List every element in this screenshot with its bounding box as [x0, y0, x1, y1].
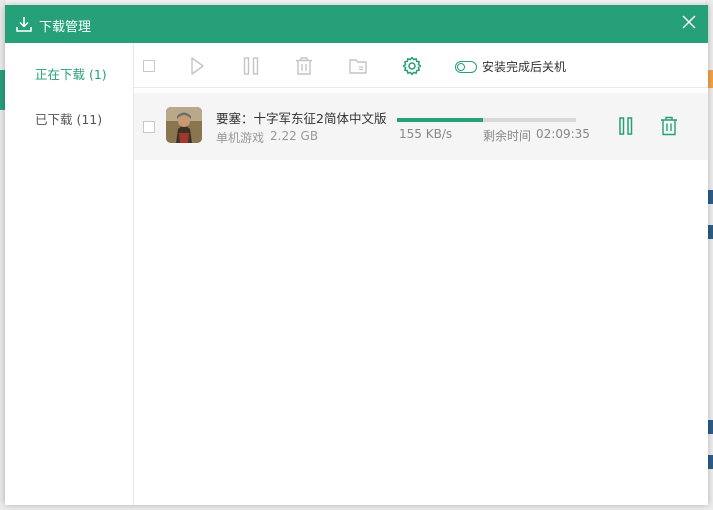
toggle-knob [457, 63, 465, 71]
progress-fill [397, 118, 483, 122]
trash-icon[interactable] [294, 56, 314, 76]
folder-icon[interactable] [348, 56, 368, 76]
remaining-time-label: 剩余时间 [483, 129, 532, 143]
play-icon[interactable] [187, 56, 207, 76]
toolbar: 安装完成后关机 [134, 43, 708, 88]
sidebar-item-downloading[interactable]: 正在下载 (1) [35, 64, 107, 83]
row-trash-icon[interactable] [659, 115, 679, 137]
select-all-checkbox[interactable] [143, 60, 155, 72]
download-row: 要塞：十字军东征2简体中文版 单机游戏 2.22 GB 155 KB/s 剩余时… [134, 93, 708, 160]
download-manager-dialog: 下载管理 正在下载 (1) 已下载 (11) 安装完成后关机 要塞：十字军东征2… [5, 5, 708, 505]
title-bar: 下载管理 [5, 5, 708, 43]
game-category: 单机游戏 [216, 131, 265, 145]
row-pause-icon[interactable] [616, 115, 636, 137]
gear-icon[interactable] [402, 56, 422, 76]
progress-bar [397, 118, 576, 122]
main-panel: 安装完成后关机 要塞：十字军东征2简体中文版 单机游戏 2.22 GB 155 … [134, 43, 708, 505]
game-size: 2.22 GB [270, 129, 319, 143]
row-checkbox[interactable] [143, 121, 155, 133]
sidebar: 正在下载 (1) 已下载 (11) [5, 43, 134, 505]
remaining-time: 02:09:35 [536, 127, 590, 141]
dialog-title: 下载管理 [39, 20, 92, 35]
download-icon [16, 17, 32, 32]
game-thumbnail [166, 107, 202, 143]
shutdown-toggle[interactable] [455, 61, 477, 73]
sidebar-item-downloaded[interactable]: 已下载 (11) [35, 109, 102, 128]
pause-icon[interactable] [241, 56, 261, 76]
close-icon[interactable] [680, 13, 698, 31]
shutdown-toggle-label: 安装完成后关机 [482, 60, 567, 74]
game-title: 要塞：十字军东征2简体中文版 [216, 111, 387, 126]
download-speed: 155 KB/s [399, 127, 453, 141]
